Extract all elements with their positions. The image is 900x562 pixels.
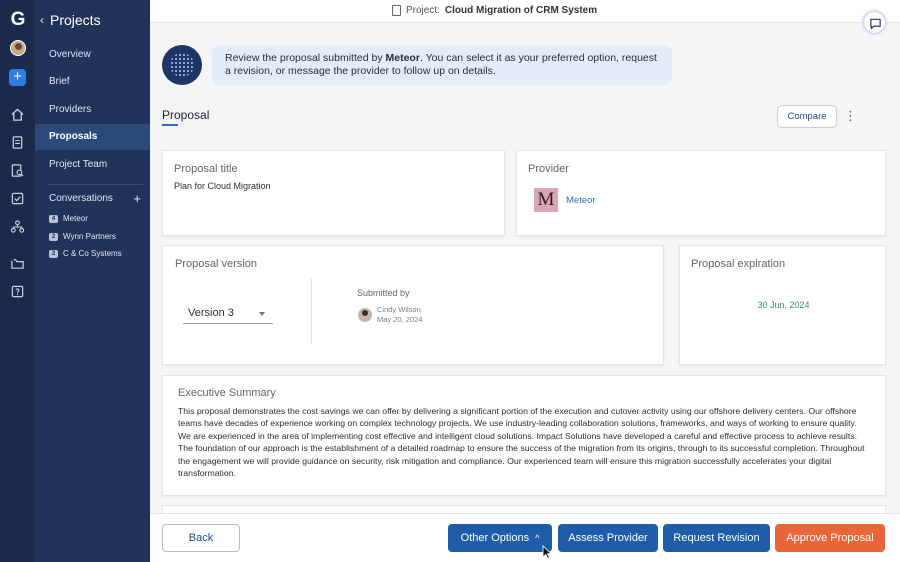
chevron-down-icon [259, 312, 265, 316]
conversation-name: Wynn Partners [63, 232, 116, 241]
submitter-avatar [358, 308, 372, 322]
proposal-expiration-date: 30 Jun, 2024 [757, 300, 810, 310]
conversation-item-wynn-partners[interactable]: 2 Wynn Partners [49, 232, 116, 241]
search-document-icon[interactable] [10, 163, 25, 178]
top-bar: Project: Cloud Migration of CRM System [150, 0, 900, 23]
home-icon[interactable] [10, 107, 25, 122]
compare-button[interactable]: Compare [777, 105, 837, 128]
project-nav: ‹ Projects Overview Brief Providers Prop… [35, 0, 150, 562]
user-avatar[interactable] [10, 40, 26, 56]
checklist-icon[interactable] [10, 191, 25, 206]
provider-info: M Meteor [534, 188, 874, 212]
submitter-name: Cindy Wilson [377, 305, 421, 314]
conversation-item-c-co-systems[interactable]: 2 C & Co Systems [49, 249, 122, 258]
assistant-message-text: Review the proposal submitted by [225, 52, 386, 64]
nav-item-proposals[interactable]: Proposals [35, 124, 150, 150]
project-prefix: Project: [406, 5, 440, 16]
version-divider [311, 278, 312, 344]
version-select-value: Version 3 [188, 307, 234, 319]
other-options-button[interactable]: Other Options ^ [448, 524, 552, 552]
action-footer: Back Other Options ^ Assess Provider Requ… [150, 513, 900, 562]
assistant-banner: Review the proposal submitted by Meteor.… [162, 45, 672, 85]
assess-provider-button[interactable]: Assess Provider [558, 524, 658, 552]
app-rail: G + [0, 0, 35, 562]
assistant-message: Review the proposal submitted by Meteor.… [212, 45, 672, 85]
project-document-icon [392, 5, 401, 16]
assistant-avatar [162, 45, 202, 85]
folder-icon[interactable] [10, 256, 25, 271]
nav-header[interactable]: ‹ Projects [40, 12, 101, 28]
conversation-count-badge: 2 [49, 232, 58, 241]
chat-bubble-icon [870, 18, 881, 30]
proposal-version-label: Proposal version [175, 258, 257, 270]
nav-item-overview[interactable]: Overview [35, 42, 150, 68]
conversations-label: Conversations [49, 193, 113, 204]
more-options-icon[interactable]: ⋮ [844, 109, 857, 125]
assistant-message-provider: Meteor [385, 52, 420, 64]
provider-label: Provider [528, 163, 569, 175]
provider-card: Provider M Meteor [516, 150, 886, 236]
document-icon[interactable] [10, 135, 25, 150]
project-breadcrumb: Project: Cloud Migration of CRM System [392, 5, 597, 16]
proposal-title-card: Proposal title Plan for Cloud Migration [162, 150, 505, 236]
request-revision-button[interactable]: Request Revision [663, 524, 770, 552]
main-content: Project: Cloud Migration of CRM System R… [150, 0, 900, 562]
proposal-section-title: Proposal [162, 108, 210, 122]
proposal-version-card: Proposal version Version 3 Submitted by … [162, 245, 664, 365]
nav-item-providers[interactable]: Providers [35, 97, 150, 123]
conversation-name: Meteor [63, 214, 88, 223]
nav-item-project-team[interactable]: Project Team [35, 152, 150, 178]
add-conversation-icon[interactable]: + [133, 192, 141, 205]
back-button[interactable]: Back [162, 524, 240, 552]
executive-summary-text: This proposal demonstrates the cost savi… [178, 406, 865, 479]
create-new-button[interactable]: + [9, 69, 26, 86]
chat-button[interactable] [863, 11, 886, 34]
executive-summary-card: Executive Summary This proposal demonstr… [162, 375, 886, 496]
mouse-cursor-icon [542, 545, 552, 559]
conversation-count-badge: 2 [49, 249, 58, 258]
approve-proposal-button[interactable]: Approve Proposal [775, 524, 885, 552]
proposal-expiration-card: Proposal expiration 30 Jun, 2024 [679, 245, 886, 365]
help-icon[interactable] [10, 284, 25, 299]
other-options-label: Other Options [460, 532, 530, 544]
conversations-header: Conversations + [49, 192, 141, 205]
provider-name-link[interactable]: Meteor [566, 195, 596, 206]
submitter: Cindy Wilson May 20, 2024 [358, 305, 422, 325]
conversation-item-meteor[interactable]: 4 Meteor [49, 214, 88, 223]
chevron-up-icon: ^ [535, 533, 540, 543]
conversation-name: C & Co Systems [63, 249, 122, 258]
project-name: Cloud Migration of CRM System [444, 5, 598, 16]
back-chevron-icon[interactable]: ‹ [40, 13, 44, 27]
submitted-date: May 20, 2024 [377, 315, 423, 324]
section-title-underline [162, 124, 178, 126]
proposal-title-value: Plan for Cloud Migration [174, 181, 271, 191]
nav-item-brief[interactable]: Brief [35, 69, 150, 95]
proposal-expiration-label: Proposal expiration [691, 258, 786, 270]
executive-summary-label: Executive Summary [178, 387, 276, 399]
nav-divider [47, 184, 143, 185]
proposal-title-label: Proposal title [174, 163, 238, 175]
provider-logo: M [534, 188, 558, 212]
version-select[interactable]: Version 3 [183, 304, 273, 324]
org-chart-icon[interactable] [10, 219, 25, 234]
conversation-count-badge: 4 [49, 214, 58, 223]
submitted-by-label: Submitted by [357, 288, 410, 298]
nav-title: Projects [50, 12, 101, 28]
app-logo[interactable]: G [9, 10, 27, 30]
